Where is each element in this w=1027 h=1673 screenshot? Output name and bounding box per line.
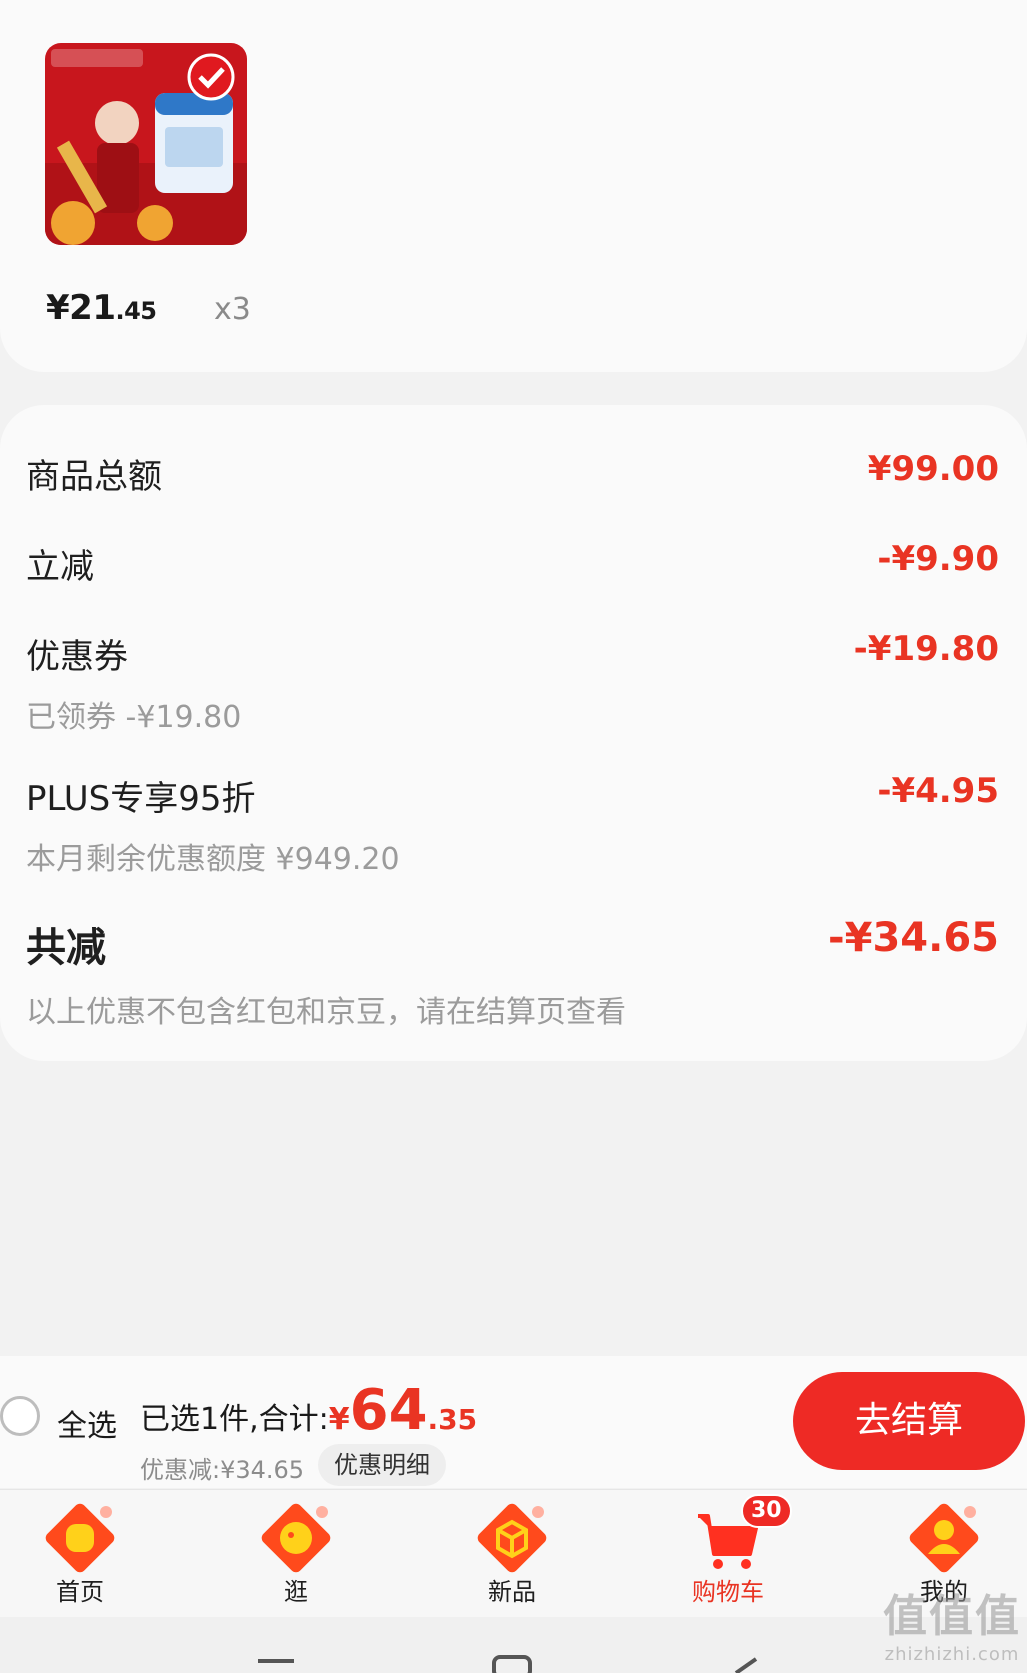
summary-row-plus-discount: PLUS专享95折 -¥4.95 本月剩余优惠额度 ¥949.20 (26, 771, 999, 878)
coupon-value: -¥19.80 (853, 629, 999, 669)
selected-count-text: 已选1件,合计: (140, 1402, 329, 1437)
product-quantity: x3 (214, 292, 251, 327)
summary-row-subtotal: 商品总额 ¥99.00 (26, 449, 999, 498)
tab-discover-label: 逛 (284, 1578, 308, 1606)
total-decimal: .35 (427, 1403, 478, 1436)
tab-home[interactable]: 首页 (5, 1490, 155, 1618)
total-integer: 64 (349, 1378, 428, 1443)
tab-home-label: 首页 (56, 1578, 104, 1606)
total-discount-value: -¥34.65 (828, 915, 999, 961)
plus-quota-note: 本月剩余优惠额度 ¥949.20 (26, 842, 400, 877)
watermark: 值值值 zhizhizhi.com (883, 1580, 1021, 1665)
back-icon (734, 1657, 758, 1673)
watermark-logo: 值值值 (883, 1591, 1021, 1642)
checkout-button[interactable]: 去结算 (793, 1372, 1025, 1470)
tab-cart-label: 购物车 (692, 1578, 764, 1606)
plus-discount-value: -¥4.95 (877, 771, 999, 811)
price-integer: ¥21 (46, 288, 116, 328)
profile-icon (909, 1503, 979, 1573)
tab-new-products-label: 新品 (488, 1578, 536, 1606)
price-decimal: .45 (115, 297, 157, 325)
tab-discover[interactable]: 逛 (221, 1490, 371, 1618)
total-amount: ¥64.35 (328, 1378, 478, 1443)
discount-amount-text: 优惠减:¥34.65 (140, 1456, 305, 1484)
tab-cart[interactable]: 30 购物车 (653, 1490, 803, 1618)
cart-count-badge: 30 (741, 1494, 792, 1528)
coupon-note: 已领券 -¥19.80 (26, 700, 242, 735)
summary-row-coupon: 优惠券 -¥19.80 已领券 -¥19.80 (26, 629, 999, 736)
watermark-url: zhizhizhi.com (884, 1644, 1020, 1665)
home-nav-icon (492, 1655, 532, 1673)
selected-summary: 已选1件,合计:¥64.35 (140, 1378, 477, 1443)
discover-icon (261, 1503, 331, 1573)
tab-new-products[interactable]: 新品 (437, 1490, 587, 1618)
system-nav-bar: 值值值 zhizhizhi.com (0, 1591, 1027, 1673)
instant-discount-label: 立减 (26, 547, 94, 587)
bottom-tab-bar: 首页 逛 新品 30 购物车 我的 (0, 1489, 1027, 1617)
checkout-bar: 全选 已选1件,合计:¥64.35 优惠减:¥34.65 优惠明细 去结算 (0, 1356, 1027, 1488)
select-all-checkbox[interactable] (0, 1396, 40, 1436)
subtotal-value: ¥99.00 (867, 449, 999, 489)
discount-summary-card: 商品总额 ¥99.00 立减 -¥9.90 优惠券 -¥19.80 已领券 -¥… (0, 405, 1027, 1061)
total-discount-note: 以上优惠不包含红包和京豆，请在结算页查看 (26, 995, 626, 1030)
plus-discount-label: PLUS专享95折 (26, 779, 256, 819)
discount-detail-button[interactable]: 优惠明细 (318, 1444, 446, 1486)
subtotal-label: 商品总额 (26, 457, 162, 497)
instant-discount-value: -¥9.90 (877, 539, 999, 579)
total-currency: ¥ (328, 1402, 350, 1437)
summary-row-total-discount: 共减 -¥34.65 以上优惠不包含红包和京豆，请在结算页查看 (26, 915, 999, 1031)
recent-apps-icon (258, 1659, 294, 1663)
product-price: ¥21.45 (46, 288, 157, 328)
product-card: ¥21.45 x3 (0, 0, 1027, 372)
product-thumbnail[interactable] (45, 43, 247, 245)
new-products-icon (477, 1503, 547, 1573)
home-icon (45, 1503, 115, 1573)
cart-page: ¥21.45 x3 商品总额 ¥99.00 立减 -¥9.90 优惠券 -¥19… (0, 0, 1027, 1673)
select-all-label[interactable]: 全选 (57, 1401, 117, 1445)
summary-row-instant-discount: 立减 -¥9.90 (26, 539, 999, 588)
